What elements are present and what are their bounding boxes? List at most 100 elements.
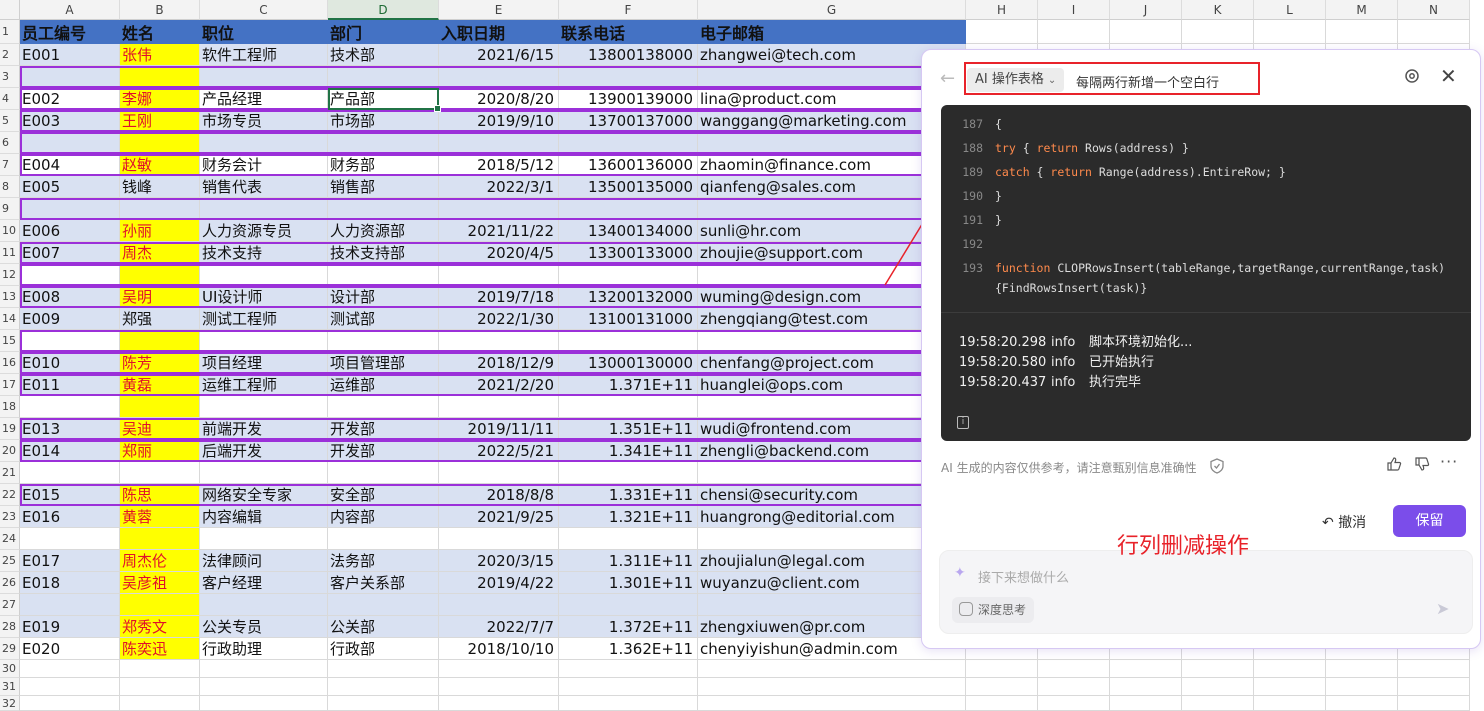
cell[interactable]	[439, 132, 559, 154]
cell[interactable]	[200, 696, 328, 711]
cell[interactable]	[328, 660, 439, 678]
cell[interactable]: 1.351E+11	[559, 418, 698, 440]
column-title-cell[interactable]	[1110, 20, 1182, 44]
column-title-cell[interactable]	[1182, 20, 1254, 44]
cell[interactable]: 2018/12/9	[439, 352, 559, 374]
cell[interactable]: 13400134000	[559, 220, 698, 242]
cell[interactable]: 2021/9/25	[439, 506, 559, 528]
cell[interactable]: 1.311E+11	[559, 550, 698, 572]
cell[interactable]	[20, 264, 120, 286]
cell[interactable]: E013	[20, 418, 120, 440]
column-header-g[interactable]: G	[698, 0, 966, 20]
column-header-l[interactable]: L	[1254, 0, 1326, 20]
cell[interactable]	[120, 330, 200, 352]
cell[interactable]: 2020/3/15	[439, 550, 559, 572]
cell[interactable]	[1038, 696, 1110, 711]
cell[interactable]: 技术支持	[200, 242, 328, 264]
cell[interactable]: 13800138000	[559, 44, 698, 66]
cell[interactable]	[559, 330, 698, 352]
cell[interactable]: 1.372E+11	[559, 616, 698, 638]
cell[interactable]: 13300133000	[559, 242, 698, 264]
cell[interactable]: 2019/4/22	[439, 572, 559, 594]
cell[interactable]	[200, 198, 328, 220]
cell[interactable]	[20, 660, 120, 678]
info-icon[interactable]: i	[957, 416, 969, 429]
cell[interactable]	[328, 66, 439, 88]
cell[interactable]: E015	[20, 484, 120, 506]
cell[interactable]: 1.331E+11	[559, 484, 698, 506]
row-header-12[interactable]: 12	[0, 264, 20, 286]
cell[interactable]	[120, 462, 200, 484]
more-icon[interactable]: ···	[1440, 452, 1458, 471]
cell[interactable]	[200, 678, 328, 696]
cell[interactable]: 2019/9/10	[439, 110, 559, 132]
cell[interactable]: E016	[20, 506, 120, 528]
column-title-cell[interactable]: 电子邮箱	[698, 20, 966, 44]
cell[interactable]: 1.341E+11	[559, 440, 698, 462]
column-header-n[interactable]: N	[1398, 0, 1470, 20]
cell[interactable]: 设计部	[328, 286, 439, 308]
cell[interactable]	[200, 264, 328, 286]
cell[interactable]	[1110, 696, 1182, 711]
undo-button[interactable]: ↶ 撤消	[1322, 512, 1366, 532]
cell[interactable]	[439, 678, 559, 696]
cell[interactable]: 2020/8/20	[439, 88, 559, 110]
row-header-3[interactable]: 3	[0, 66, 20, 88]
row-header-14[interactable]: 14	[0, 308, 20, 330]
column-title-cell[interactable]: 姓名	[120, 20, 200, 44]
cell[interactable]: 郑强	[120, 308, 200, 330]
cell[interactable]	[120, 396, 200, 418]
cell[interactable]	[328, 264, 439, 286]
back-arrow-icon[interactable]: ←	[940, 68, 955, 89]
row-header-28[interactable]: 28	[0, 616, 20, 638]
cell[interactable]: 软件工程师	[200, 44, 328, 66]
cell[interactable]: 1.371E+11	[559, 374, 698, 396]
cell[interactable]: E002	[20, 88, 120, 110]
cell[interactable]	[559, 396, 698, 418]
column-header-k[interactable]: K	[1182, 0, 1254, 20]
cell[interactable]: 钱峰	[120, 176, 200, 198]
cell[interactable]: 1.321E+11	[559, 506, 698, 528]
cell[interactable]	[559, 132, 698, 154]
cell[interactable]	[120, 132, 200, 154]
cell[interactable]	[328, 594, 439, 616]
cell[interactable]	[439, 462, 559, 484]
cell[interactable]: 13200132000	[559, 286, 698, 308]
cell[interactable]: 1.301E+11	[559, 572, 698, 594]
cell[interactable]: 黄磊	[120, 374, 200, 396]
cell[interactable]: 法律顾问	[200, 550, 328, 572]
cell[interactable]: E014	[20, 440, 120, 462]
row-header-17[interactable]: 17	[0, 374, 20, 396]
cell[interactable]	[698, 660, 966, 678]
cell[interactable]: 公关部	[328, 616, 439, 638]
cell[interactable]	[120, 528, 200, 550]
cell[interactable]: 市场专员	[200, 110, 328, 132]
cell[interactable]	[120, 678, 200, 696]
cell[interactable]: 2018/10/10	[439, 638, 559, 660]
cell[interactable]: E004	[20, 154, 120, 176]
row-header-6[interactable]: 6	[0, 132, 20, 154]
cell[interactable]	[1254, 660, 1326, 678]
cell[interactable]: 技术部	[328, 44, 439, 66]
cell[interactable]: 郑丽	[120, 440, 200, 462]
cell[interactable]: 项目管理部	[328, 352, 439, 374]
send-icon[interactable]: ➤	[1436, 599, 1449, 618]
cell[interactable]: 客户关系部	[328, 572, 439, 594]
cell[interactable]: E007	[20, 242, 120, 264]
cell[interactable]	[439, 396, 559, 418]
row-header-23[interactable]: 23	[0, 506, 20, 528]
cell[interactable]: 2022/3/1	[439, 176, 559, 198]
cell[interactable]: 2021/6/15	[439, 44, 559, 66]
cell[interactable]	[20, 132, 120, 154]
cell[interactable]	[1398, 660, 1470, 678]
cell[interactable]	[559, 66, 698, 88]
cell[interactable]: 李娜	[120, 88, 200, 110]
cell[interactable]: 2018/8/8	[439, 484, 559, 506]
row-header-7[interactable]: 7	[0, 154, 20, 176]
cell[interactable]: E008	[20, 286, 120, 308]
column-header-f[interactable]: F	[559, 0, 698, 20]
cell[interactable]	[20, 696, 120, 711]
select-all-corner[interactable]	[0, 0, 20, 20]
cell[interactable]	[120, 198, 200, 220]
cell[interactable]: E005	[20, 176, 120, 198]
